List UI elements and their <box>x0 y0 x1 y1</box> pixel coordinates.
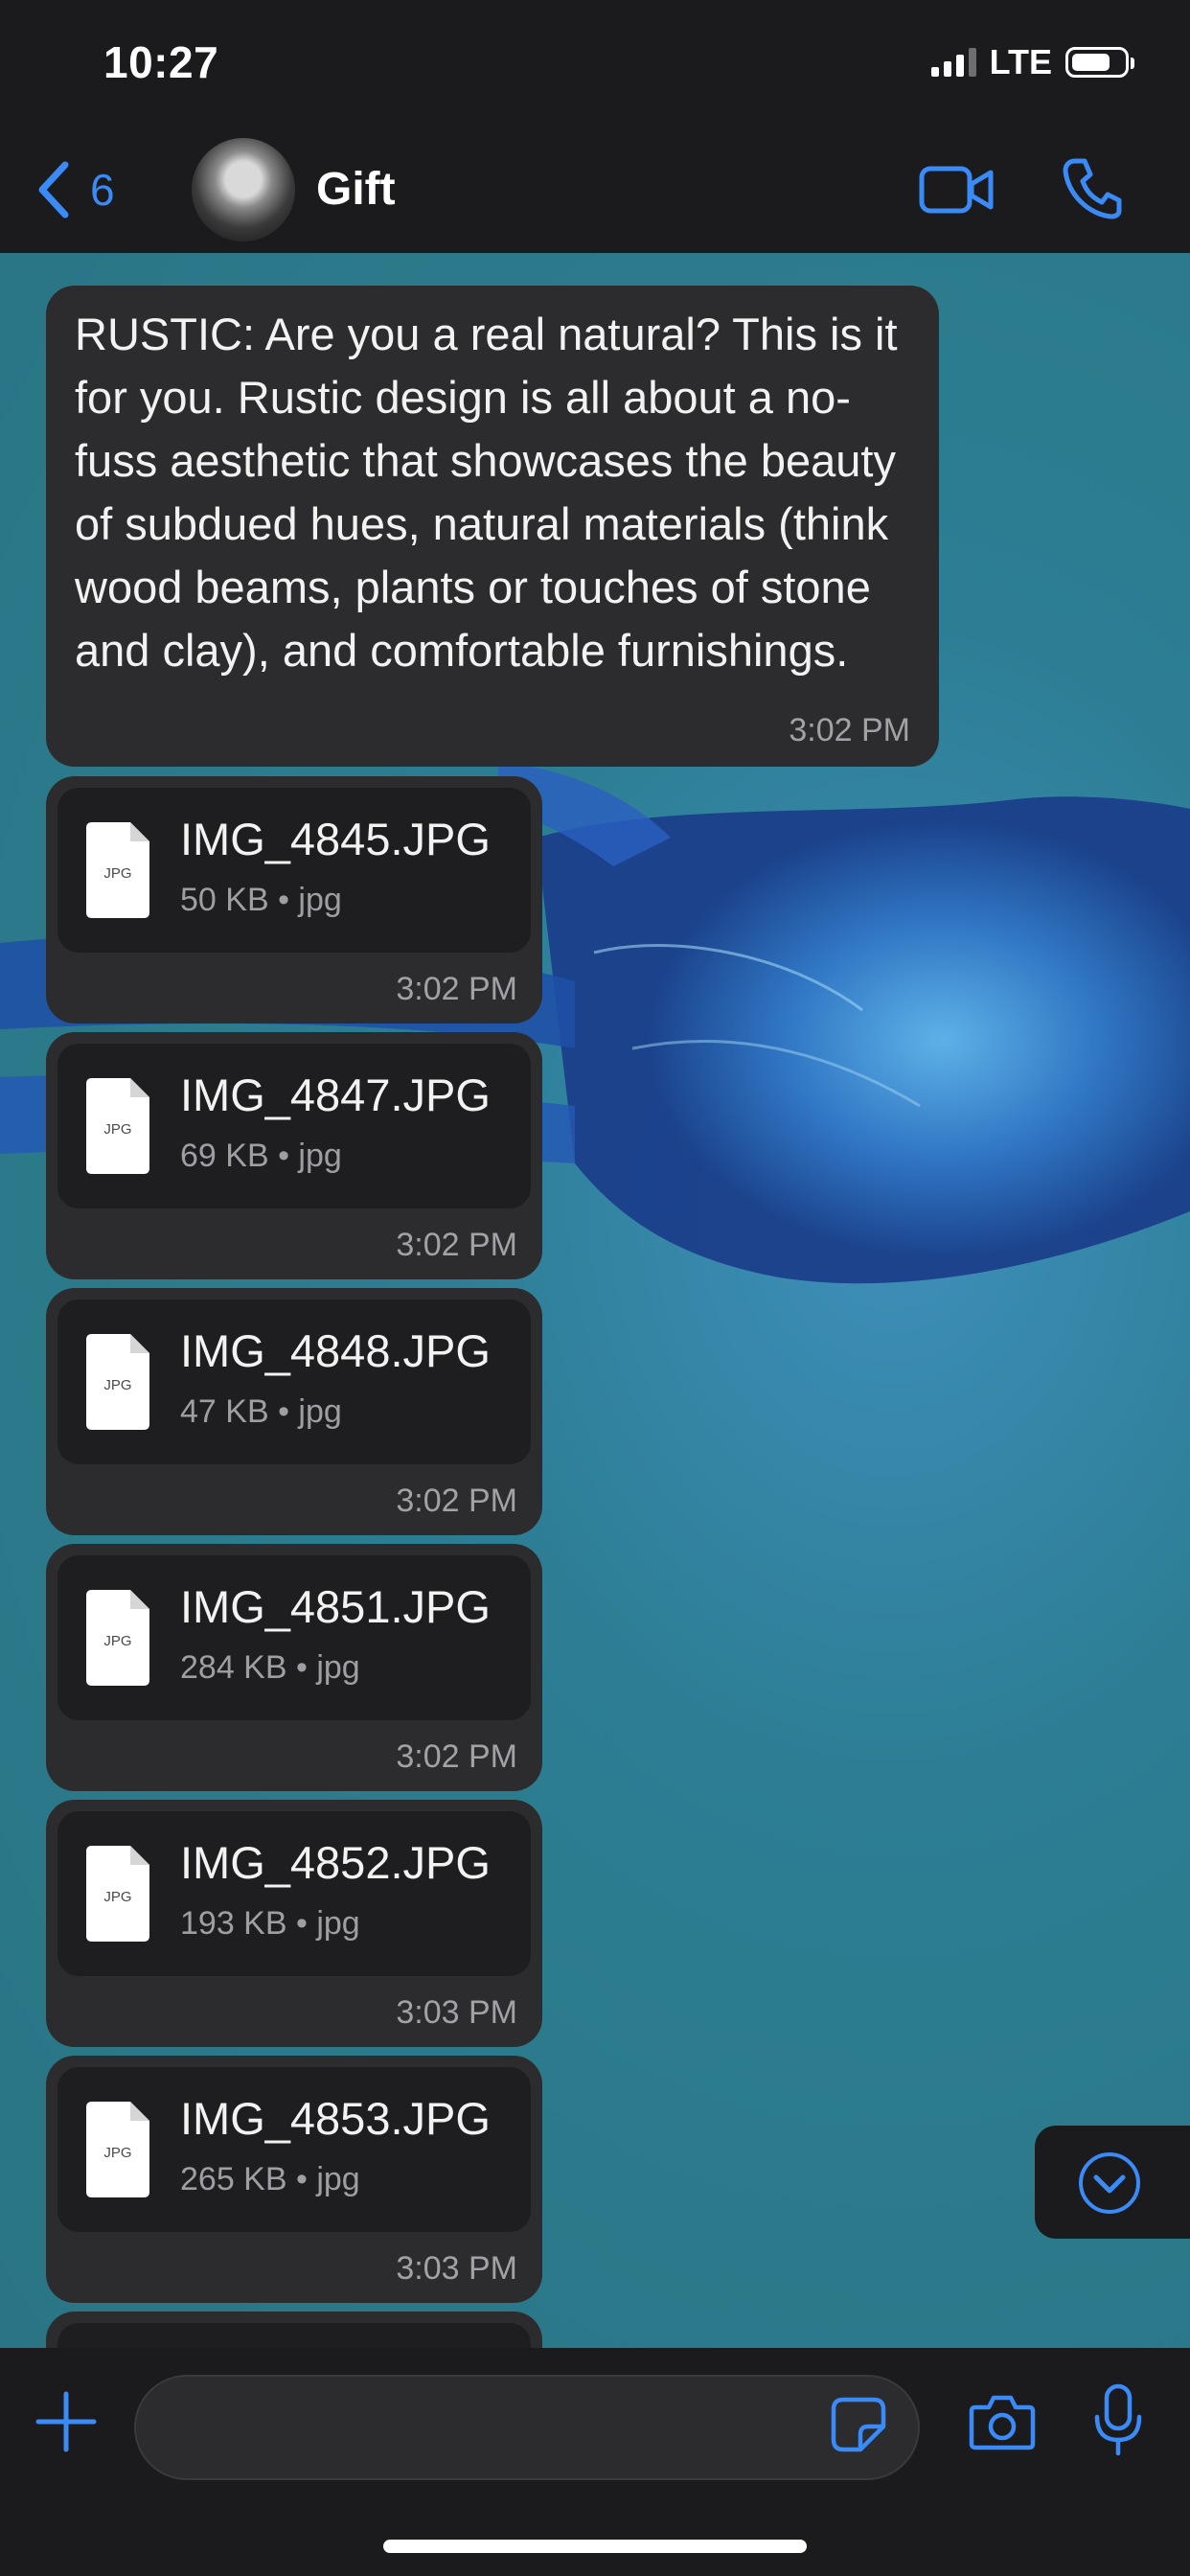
file-type-label: JPG <box>103 1377 131 1393</box>
file-attachment[interactable]: JPG IMG_4845.JPG 50 KB • jpg <box>57 788 531 953</box>
message-time: 3:02 PM <box>396 971 517 1007</box>
jpg-file-icon: JPG <box>86 822 149 918</box>
file-attachment[interactable]: JPG IMG_4852.JPG 193 KB • jpg <box>57 1811 531 1976</box>
video-call-button[interactable] <box>918 161 995 223</box>
file-message[interactable]: JPG IMG_4845.JPG 50 KB • jpg 3:02 PM <box>46 776 542 1024</box>
message-time: 3:02 PM <box>396 1738 517 1775</box>
message-time: 3:03 PM <box>396 2250 517 2287</box>
file-type-label: JPG <box>103 1889 131 1905</box>
status-indicators: LTE <box>930 42 1134 82</box>
file-type-label: JPG <box>103 1121 131 1138</box>
composer-bar <box>0 2348 1190 2576</box>
file-attachment[interactable]: JPG IMG_4853.JPG 265 KB • jpg <box>57 2067 531 2232</box>
file-message[interactable]: JPG IMG_4851.JPG 284 KB • jpg 3:02 PM <box>46 1544 542 1791</box>
camera-icon <box>969 2395 1036 2450</box>
sticker-button[interactable] <box>830 2396 887 2458</box>
jpg-file-icon: JPG <box>86 1590 149 1686</box>
file-name: IMG_4845.JPG <box>180 814 491 864</box>
file-attachment[interactable]: JPG IMG_4848.JPG 47 KB • jpg <box>57 1300 531 1464</box>
voice-message-button[interactable] <box>1092 2382 1144 2464</box>
message-time: 3:03 PM <box>396 1994 517 2031</box>
top-bar: 10:27 LTE 6 Gift <box>0 0 1190 253</box>
file-meta: 193 KB • jpg <box>180 1905 360 1942</box>
file-message[interactable]: JPG IMG_4853.JPG 265 KB • jpg 3:03 PM <box>46 2056 542 2303</box>
message-time: 3:02 PM <box>396 1483 517 1519</box>
file-meta: 284 KB • jpg <box>180 1649 360 1686</box>
chevron-down-circle-icon <box>1079 2152 1140 2214</box>
file-name: IMG_4852.JPG <box>180 1837 491 1888</box>
signal-icon <box>930 48 976 77</box>
file-message[interactable]: JPG IMG_4847.JPG 69 KB • jpg 3:02 PM <box>46 1032 542 1279</box>
file-meta: 50 KB • jpg <box>180 882 342 918</box>
status-time: 10:27 <box>103 37 219 87</box>
file-meta: 69 KB • jpg <box>180 1138 342 1174</box>
file-name: IMG_4847.JPG <box>180 1070 491 1120</box>
phone-icon <box>1063 158 1122 219</box>
attach-button[interactable] <box>34 2390 98 2458</box>
video-camera-icon <box>919 166 994 214</box>
contact-name[interactable]: Gift <box>316 163 396 216</box>
chat-screen: 10:27 LTE 6 Gift RUSTIC: Are you a real … <box>0 0 1190 2576</box>
voice-call-button[interactable] <box>1062 155 1123 225</box>
file-message[interactable]: JPG IMG_4848.JPG 47 KB • jpg 3:02 PM <box>46 1288 542 1535</box>
file-message-partial[interactable] <box>46 2312 542 2348</box>
jpg-file-icon: JPG <box>86 1846 149 1942</box>
file-message[interactable]: JPG IMG_4852.JPG 193 KB • jpg 3:03 PM <box>46 1800 542 2047</box>
plus-icon <box>35 2391 97 2452</box>
file-attachment[interactable]: JPG IMG_4847.JPG 69 KB • jpg <box>57 1044 531 1208</box>
file-meta: 265 KB • jpg <box>180 2161 360 2197</box>
message-time: 3:02 PM <box>789 712 910 748</box>
sticker-icon <box>831 2397 886 2452</box>
file-name: IMG_4848.JPG <box>180 1325 491 1376</box>
message-input[interactable] <box>134 2375 920 2480</box>
file-name: IMG_4853.JPG <box>180 2093 491 2144</box>
file-name: IMG_4851.JPG <box>180 1581 491 1632</box>
home-indicator[interactable] <box>383 2540 807 2553</box>
back-button[interactable]: 6 <box>34 159 115 220</box>
file-attachment[interactable]: JPG IMG_4851.JPG 284 KB • jpg <box>57 1555 531 1720</box>
battery-icon <box>1065 47 1134 78</box>
file-meta: 47 KB • jpg <box>180 1393 342 1430</box>
chat-messages[interactable]: RUSTIC: Are you a real natural? This is … <box>0 253 1190 2348</box>
unread-count: 6 <box>90 165 115 215</box>
jpg-file-icon: JPG <box>86 1334 149 1430</box>
network-label: LTE <box>989 42 1052 81</box>
jpg-file-icon: JPG <box>86 1078 149 1174</box>
text-message[interactable]: RUSTIC: Are you a real natural? This is … <box>46 286 939 767</box>
microphone-icon <box>1094 2383 1142 2456</box>
file-type-label: JPG <box>103 865 131 882</box>
message-text: RUSTIC: Are you a real natural? This is … <box>75 309 898 676</box>
battery-level <box>1072 54 1110 71</box>
avatar[interactable] <box>192 138 295 242</box>
chevron-left-icon <box>38 161 69 218</box>
jpg-file-icon: JPG <box>86 2102 149 2197</box>
camera-button[interactable] <box>968 2392 1037 2456</box>
file-type-label: JPG <box>103 1633 131 1649</box>
chat-header: 6 Gift <box>0 134 1190 253</box>
scroll-to-bottom-button[interactable] <box>1035 2126 1190 2239</box>
file-type-label: JPG <box>103 2145 131 2161</box>
message-time: 3:02 PM <box>396 1227 517 1263</box>
file-attachment[interactable] <box>57 2323 531 2348</box>
